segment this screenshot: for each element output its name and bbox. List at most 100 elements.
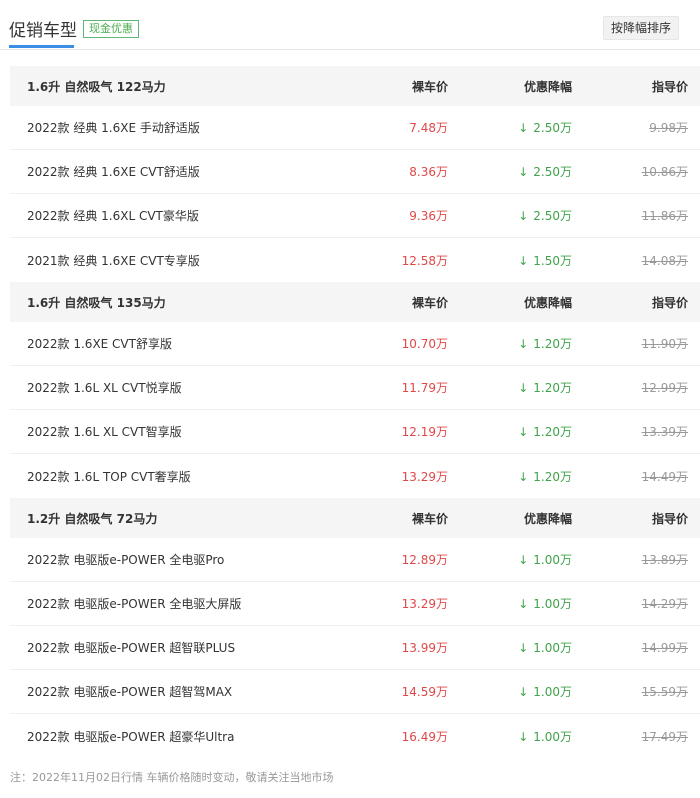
down-arrow-icon: ↓ bbox=[518, 165, 529, 179]
bare-car-price: 10.70万 bbox=[401, 337, 448, 351]
promo-models-table: 1.6升 自然吸气 122马力 裸车价 优惠降幅 指导价 2022款 经典 1.6XE … bbox=[10, 66, 700, 758]
discount-amount-cell: ↓ 2.50万 bbox=[448, 163, 572, 180]
model-row[interactable]: 2022款 1.6L XL CVT悦享版 11.79万 ↓ 1.20万 12.99万 bbox=[10, 366, 700, 410]
discount-value: 2.50万 bbox=[533, 165, 572, 179]
bare-car-price: 14.59万 bbox=[401, 685, 448, 699]
model-name[interactable]: 2022款 电驱版e-POWER 全电驱Pro bbox=[10, 551, 330, 568]
column-header-discount: 优惠降幅 bbox=[523, 511, 572, 526]
discount-value: 1.00万 bbox=[533, 641, 572, 655]
bare-car-price: 13.99万 bbox=[401, 641, 448, 655]
column-header-discount: 优惠降幅 bbox=[523, 295, 572, 310]
model-row[interactable]: 2022款 经典 1.6XE 手动舒适版 7.48万 ↓ 2.50万 9.98万 bbox=[10, 106, 700, 150]
bare-car-price: 12.89万 bbox=[401, 553, 448, 567]
engine-group-header: 1.6升 自然吸气 135马力 裸车价 优惠降幅 指导价 bbox=[10, 282, 700, 322]
discount-amount-cell: ↓ 2.50万 bbox=[448, 207, 572, 224]
down-arrow-icon: ↓ bbox=[518, 121, 529, 135]
bare-car-price: 11.79万 bbox=[401, 381, 448, 395]
page-title: 促销车型 bbox=[9, 21, 77, 41]
msrp-price: 17.49万 bbox=[641, 729, 688, 744]
engine-group-title: 1.6升 自然吸气 122马力 bbox=[27, 79, 166, 94]
column-header-msrp: 指导价 bbox=[651, 511, 688, 526]
discount-value: 1.00万 bbox=[533, 553, 572, 567]
msrp-price: 11.90万 bbox=[641, 337, 688, 351]
discount-value: 1.20万 bbox=[533, 381, 572, 395]
model-row[interactable]: 2022款 电驱版e-POWER 全电驱Pro 12.89万 ↓ 1.00万 13.89… bbox=[10, 538, 700, 582]
model-row[interactable]: 2022款 1.6XE CVT舒享版 10.70万 ↓ 1.20万 11.90万 bbox=[10, 322, 700, 366]
discount-amount-cell: ↓ 1.00万 bbox=[448, 551, 572, 568]
discount-amount-cell: ↓ 2.50万 bbox=[448, 119, 572, 136]
model-row[interactable]: 2022款 经典 1.6XL CVT豪华版 9.36万 ↓ 2.50万 11.86万 bbox=[10, 194, 700, 238]
model-name[interactable]: 2022款 1.6L TOP CVT奢享版 bbox=[10, 468, 330, 485]
bare-car-price: 8.36万 bbox=[409, 165, 448, 179]
bare-car-price: 12.19万 bbox=[401, 425, 448, 439]
discount-value: 1.20万 bbox=[533, 425, 572, 439]
discount-amount-cell: ↓ 1.00万 bbox=[448, 595, 572, 612]
down-arrow-icon: ↓ bbox=[518, 553, 529, 567]
model-name[interactable]: 2022款 电驱版e-POWER 超豪华Ultra bbox=[10, 728, 330, 745]
model-name[interactable]: 2022款 电驱版e-POWER 超智驾MAX bbox=[10, 683, 330, 700]
engine-group-title: 1.6升 自然吸气 135马力 bbox=[27, 295, 166, 310]
model-name[interactable]: 2022款 1.6L XL CVT悦享版 bbox=[10, 379, 330, 396]
msrp-price: 14.49万 bbox=[641, 469, 688, 484]
active-tab-underline bbox=[9, 45, 74, 48]
down-arrow-icon: ↓ bbox=[518, 641, 529, 655]
discount-amount-cell: ↓ 1.50万 bbox=[448, 252, 572, 269]
bare-car-price: 16.49万 bbox=[401, 729, 448, 744]
price-footnote: 注：2022年11月02日行情 车辆价格随时变动，敬请关注当地市场 bbox=[10, 771, 334, 784]
discount-value: 1.20万 bbox=[533, 469, 572, 484]
model-name[interactable]: 2022款 1.6L XL CVT智享版 bbox=[10, 423, 330, 440]
model-row[interactable]: 2022款 1.6L XL CVT智享版 12.19万 ↓ 1.20万 13.39万 bbox=[10, 410, 700, 454]
discount-amount-cell: ↓ 1.00万 bbox=[448, 683, 572, 700]
column-header-discount: 优惠降幅 bbox=[523, 79, 572, 94]
msrp-price: 14.99万 bbox=[641, 641, 688, 655]
discount-value: 2.50万 bbox=[533, 121, 572, 135]
down-arrow-icon: ↓ bbox=[518, 381, 529, 395]
msrp-price: 13.89万 bbox=[641, 553, 688, 567]
column-header-price: 裸车价 bbox=[411, 511, 448, 526]
model-row[interactable]: 2022款 电驱版e-POWER 全电驱大屏版 13.29万 ↓ 1.00万 14.29… bbox=[10, 582, 700, 626]
model-row[interactable]: 2022款 经典 1.6XE CVT舒适版 8.36万 ↓ 2.50万 10.86万 bbox=[10, 150, 700, 194]
bare-car-price: 12.58万 bbox=[401, 253, 448, 268]
discount-value: 1.00万 bbox=[533, 729, 572, 744]
discount-amount-cell: ↓ 1.00万 bbox=[448, 639, 572, 656]
discount-amount-cell: ↓ 1.20万 bbox=[448, 423, 572, 440]
msrp-price: 11.86万 bbox=[641, 209, 688, 223]
model-name[interactable]: 2021款 经典 1.6XE CVT专享版 bbox=[10, 252, 330, 269]
engine-group-header: 1.2升 自然吸气 72马力 裸车价 优惠降幅 指导价 bbox=[10, 498, 700, 538]
model-name[interactable]: 2022款 经典 1.6XL CVT豪华版 bbox=[10, 207, 330, 224]
engine-group-title: 1.2升 自然吸气 72马力 bbox=[27, 511, 158, 526]
discount-amount-cell: ↓ 1.20万 bbox=[448, 335, 572, 352]
bare-car-price: 13.29万 bbox=[401, 469, 448, 484]
model-name[interactable]: 2022款 1.6XE CVT舒享版 bbox=[10, 335, 330, 352]
discount-amount-cell: ↓ 1.20万 bbox=[448, 379, 572, 396]
model-group: 2022款 经典 1.6XE 手动舒适版 7.48万 ↓ 2.50万 9.98万 2022… bbox=[10, 106, 700, 282]
discount-amount-cell: ↓ 1.00万 bbox=[448, 728, 572, 745]
model-name[interactable]: 2022款 电驱版e-POWER 超智联PLUS bbox=[10, 639, 330, 656]
model-row[interactable]: 2022款 电驱版e-POWER 超智联PLUS 13.99万 ↓ 1.00万 14.9… bbox=[10, 626, 700, 670]
discount-amount-cell: ↓ 1.20万 bbox=[448, 468, 572, 485]
sort-by-discount-button[interactable]: 按降幅排序 bbox=[603, 16, 679, 40]
model-row[interactable]: 2021款 经典 1.6XE CVT专享版 12.58万 ↓ 1.50万 14.08万 bbox=[10, 238, 700, 282]
model-name[interactable]: 2022款 电驱版e-POWER 全电驱大屏版 bbox=[10, 595, 330, 612]
column-header-price: 裸车价 bbox=[411, 295, 448, 310]
model-name[interactable]: 2022款 经典 1.6XE CVT舒适版 bbox=[10, 163, 330, 180]
msrp-price: 12.99万 bbox=[641, 381, 688, 395]
model-row[interactable]: 2022款 电驱版e-POWER 超智驾MAX 14.59万 ↓ 1.00万 15.59… bbox=[10, 670, 700, 714]
page-header: 促销车型 现金优惠 按降幅排序 bbox=[0, 0, 700, 50]
model-row[interactable]: 2022款 电驱版e-POWER 超豪华Ultra 16.49万 ↓ 1.00万 17.… bbox=[10, 714, 700, 758]
cash-discount-badge: 现金优惠 bbox=[83, 20, 139, 38]
column-header-msrp: 指导价 bbox=[651, 79, 688, 94]
discount-value: 1.00万 bbox=[533, 597, 572, 611]
model-row[interactable]: 2022款 1.6L TOP CVT奢享版 13.29万 ↓ 1.20万 14.49万 bbox=[10, 454, 700, 498]
msrp-price: 9.98万 bbox=[649, 121, 688, 135]
column-header-msrp: 指导价 bbox=[651, 295, 688, 310]
model-group: 2022款 电驱版e-POWER 全电驱Pro 12.89万 ↓ 1.00万 13.89… bbox=[10, 538, 700, 758]
down-arrow-icon: ↓ bbox=[518, 685, 529, 699]
model-name[interactable]: 2022款 经典 1.6XE 手动舒适版 bbox=[10, 119, 330, 136]
down-arrow-icon: ↓ bbox=[518, 209, 529, 223]
down-arrow-icon: ↓ bbox=[518, 253, 529, 268]
down-arrow-icon: ↓ bbox=[518, 469, 529, 484]
discount-value: 1.20万 bbox=[533, 337, 572, 351]
msrp-price: 14.08万 bbox=[641, 253, 688, 268]
discount-value: 1.00万 bbox=[533, 685, 572, 699]
